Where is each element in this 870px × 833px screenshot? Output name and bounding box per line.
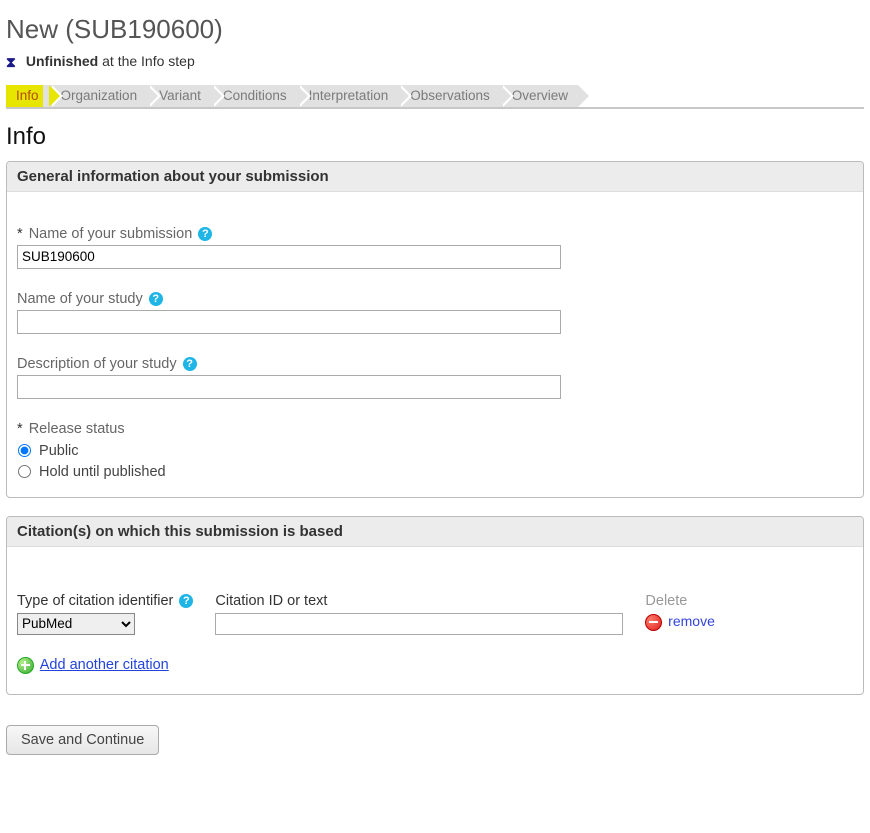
study-desc-input[interactable] bbox=[17, 375, 561, 399]
delete-column-label: Delete bbox=[645, 593, 714, 609]
status-rest: at the Info step bbox=[98, 53, 195, 69]
citations-header: Citation(s) on which this submission is … bbox=[7, 517, 863, 547]
help-icon[interactable]: ? bbox=[198, 227, 212, 241]
plus-icon bbox=[17, 657, 34, 674]
release-status-options: Public Hold until published bbox=[17, 441, 853, 483]
add-citation-button[interactable]: Add another citation bbox=[17, 657, 169, 672]
study-desc-label: Description of your study ? bbox=[17, 356, 853, 372]
status-bold: Unfinished bbox=[26, 53, 98, 69]
required-marker: * bbox=[17, 226, 23, 242]
citation-id-input[interactable] bbox=[215, 613, 623, 635]
submission-name-label: * Name of your submission ? bbox=[17, 226, 853, 242]
help-icon[interactable]: ? bbox=[179, 594, 193, 608]
citation-type-label: Type of citation identifier ? bbox=[17, 593, 193, 609]
help-icon[interactable]: ? bbox=[183, 357, 197, 371]
submission-name-input[interactable] bbox=[17, 245, 561, 269]
page-title: New (SUB190600) bbox=[6, 14, 864, 45]
status-row: ⧗ Unfinished at the Info step bbox=[6, 53, 864, 71]
add-citation-text: Add another citation bbox=[40, 657, 169, 673]
release-option-0[interactable]: Public bbox=[17, 441, 853, 462]
section-heading: Info bbox=[6, 123, 864, 151]
general-info-header: General information about your submissio… bbox=[7, 162, 863, 192]
release-status-label: * Release status bbox=[17, 421, 853, 437]
study-name-input[interactable] bbox=[17, 310, 561, 334]
required-marker: * bbox=[17, 421, 23, 437]
release-option-1[interactable]: Hold until published bbox=[17, 462, 853, 483]
release-radio-1[interactable] bbox=[18, 465, 31, 478]
release-radio-0[interactable] bbox=[18, 444, 31, 457]
minus-icon bbox=[645, 614, 662, 631]
citation-type-select[interactable]: PubMed bbox=[17, 613, 135, 635]
study-name-label: Name of your study ? bbox=[17, 291, 853, 307]
save-continue-button[interactable]: Save and Continue bbox=[6, 725, 159, 755]
remove-citation-button[interactable]: remove bbox=[645, 614, 714, 629]
general-info-box: General information about your submissio… bbox=[6, 161, 864, 498]
citation-id-label: Citation ID or text bbox=[215, 593, 623, 609]
citations-box: Citation(s) on which this submission is … bbox=[6, 516, 864, 695]
hourglass-icon: ⧗ bbox=[6, 54, 20, 71]
tabstrip: InfoOrganizationVariantConditionsInterpr… bbox=[6, 81, 864, 109]
remove-text: remove bbox=[668, 613, 715, 629]
help-icon[interactable]: ? bbox=[149, 292, 163, 306]
